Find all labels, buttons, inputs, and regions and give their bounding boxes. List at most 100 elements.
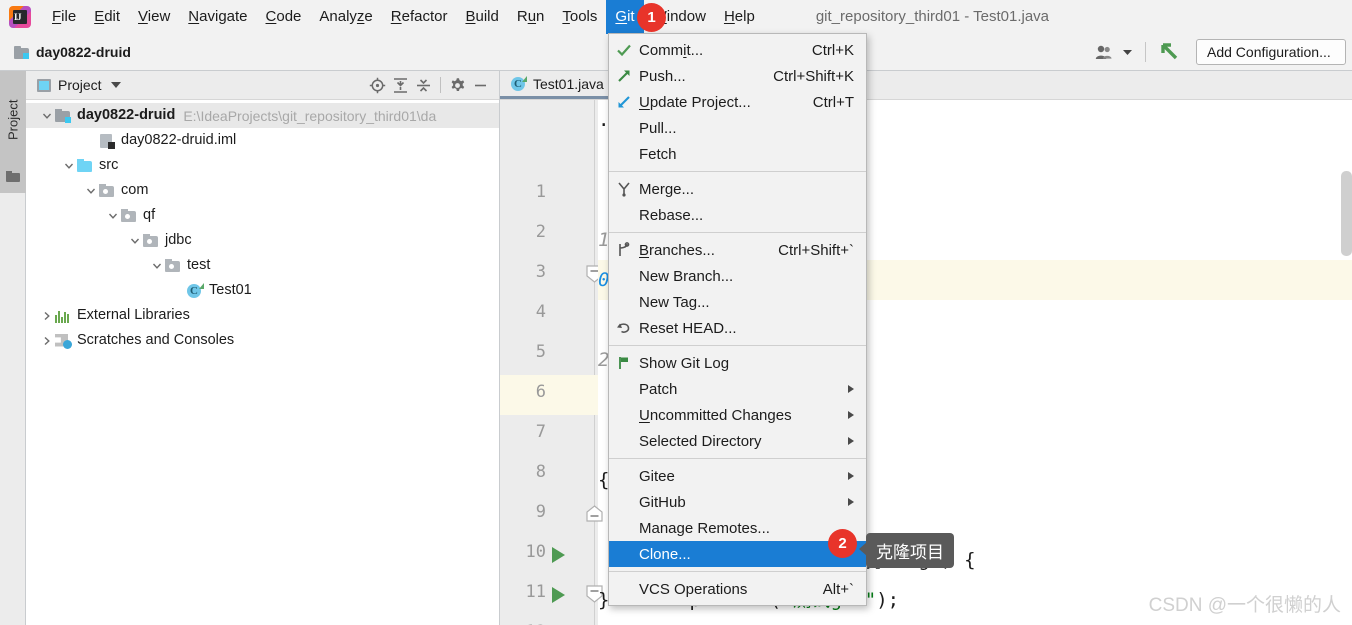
user-avatar-icon[interactable] bbox=[1091, 38, 1119, 66]
git-menu-item-shortcut: Alt+` bbox=[822, 580, 854, 598]
menu-run[interactable]: Run bbox=[508, 0, 554, 34]
submenu-arrow-icon bbox=[848, 411, 854, 419]
minimize-icon[interactable] bbox=[469, 74, 492, 97]
git-menu-item-label: Push... bbox=[639, 67, 686, 85]
menu-no-icon bbox=[609, 515, 639, 541]
git-menu-item-label: Fetch bbox=[639, 145, 677, 163]
project-panel-title: Project bbox=[58, 77, 102, 93]
locate-target-icon[interactable] bbox=[366, 74, 389, 97]
tree-node-day0822-druid[interactable]: day0822-druid E:\IdeaProjects\git_reposit… bbox=[26, 103, 499, 128]
menu-separator bbox=[609, 171, 866, 172]
tree-no-chevron bbox=[172, 278, 186, 303]
expand-all-icon[interactable] bbox=[389, 74, 412, 97]
chevron-down-icon[interactable] bbox=[150, 253, 164, 278]
git-menu-item-rebase[interactable]: Rebase... bbox=[609, 202, 866, 228]
tree-node-label: test bbox=[187, 257, 211, 273]
git-menu-item-fetch[interactable]: Fetch bbox=[609, 141, 866, 167]
tree-node-qf[interactable]: qf bbox=[26, 203, 499, 228]
java-class-icon: C bbox=[510, 75, 527, 92]
git-menu-item-vcs-operations[interactable]: VCS Operations Alt+` bbox=[609, 576, 866, 602]
chevron-down-icon[interactable] bbox=[1119, 38, 1136, 66]
settings-gear-icon[interactable] bbox=[446, 74, 469, 97]
git-menu-item-patch[interactable]: Patch bbox=[609, 376, 866, 402]
git-menu-item-branches[interactable]: Branches... Ctrl+Shift+` bbox=[609, 237, 866, 263]
tree-node-scratches-and-consoles[interactable]: Scratches and Consoles bbox=[26, 328, 499, 353]
chevron-down-icon[interactable] bbox=[40, 103, 54, 128]
git-log-icon bbox=[609, 350, 639, 376]
tree-node-src[interactable]: src bbox=[26, 153, 499, 178]
git-menu-item-new-branch[interactable]: New Branch... bbox=[609, 263, 866, 289]
git-menu-item-new-tag[interactable]: New Tag... bbox=[609, 289, 866, 315]
git-menu-item-commit[interactable]: Commit... Ctrl+K bbox=[609, 37, 866, 63]
menu-help[interactable]: Help bbox=[715, 0, 764, 34]
git-menu-item-gitee[interactable]: Gitee bbox=[609, 463, 866, 489]
tree-node-label: com bbox=[121, 182, 149, 198]
git-menu-item-label: Selected Directory bbox=[639, 432, 762, 450]
git-menu-item-label: Show Git Log bbox=[639, 354, 730, 372]
menu-code[interactable]: Code bbox=[257, 0, 311, 34]
folder-icon bbox=[6, 171, 20, 182]
tree-node-test[interactable]: test bbox=[26, 253, 499, 278]
tree-node-jdbc[interactable]: jdbc bbox=[26, 228, 499, 253]
menu-build[interactable]: Build bbox=[456, 0, 507, 34]
tree-node-external-libraries[interactable]: External Libraries bbox=[26, 303, 499, 328]
chevron-down-icon[interactable] bbox=[128, 228, 142, 253]
chevron-down-icon[interactable] bbox=[84, 178, 98, 203]
git-menu-item-github[interactable]: GitHub bbox=[609, 489, 866, 515]
git-menu-item-update-project[interactable]: Update Project... Ctrl+T bbox=[609, 89, 866, 115]
menu-refactor[interactable]: Refactor bbox=[382, 0, 457, 34]
code-call-close: ); bbox=[876, 589, 900, 611]
tree-no-chevron bbox=[84, 128, 98, 153]
menu-no-icon bbox=[609, 428, 639, 454]
git-menu-item-merge[interactable]: Merge... bbox=[609, 176, 866, 202]
git-menu-item-pull[interactable]: Pull... bbox=[609, 115, 866, 141]
tree-node-label: External Libraries bbox=[77, 307, 190, 323]
menu-navigate[interactable]: Navigate bbox=[179, 0, 256, 34]
menu-edit[interactable]: Edit bbox=[85, 0, 129, 34]
git-menu-item-label: Commit... bbox=[639, 41, 704, 59]
tree-node-day0822-druid-iml[interactable]: day0822-druid.iml bbox=[26, 128, 499, 153]
chevron-down-icon[interactable] bbox=[106, 203, 120, 228]
menu-no-icon bbox=[609, 489, 639, 515]
chevron-right-icon[interactable] bbox=[40, 328, 54, 353]
editor-scrollbar[interactable] bbox=[1341, 171, 1352, 256]
git-menu-item-selected-directory[interactable]: Selected Directory bbox=[609, 428, 866, 454]
tree-node-test01[interactable]: C Test01 bbox=[26, 278, 499, 303]
chevron-right-icon[interactable] bbox=[40, 303, 54, 328]
git-menu-item-show-git-log[interactable]: Show Git Log bbox=[609, 350, 866, 376]
chevron-down-icon[interactable] bbox=[110, 82, 121, 88]
window-title: git_repository_third01 - Test01.java bbox=[815, 8, 1050, 25]
editor-gutter[interactable] bbox=[500, 100, 598, 625]
menu-no-icon bbox=[609, 463, 639, 489]
menu-no-icon bbox=[609, 141, 639, 167]
menu-no-icon bbox=[609, 115, 639, 141]
chevron-down-icon[interactable] bbox=[62, 153, 76, 178]
menu-file[interactable]: File bbox=[43, 0, 85, 34]
git-menu-item-label: Merge... bbox=[639, 180, 695, 198]
add-configuration-button[interactable]: Add Configuration... bbox=[1196, 39, 1346, 65]
menu-separator bbox=[609, 571, 866, 572]
submenu-arrow-icon bbox=[848, 472, 854, 480]
package-icon bbox=[120, 208, 138, 224]
editor-tab-test01[interactable]: C Test01.java bbox=[500, 71, 614, 99]
git-menu-item-push[interactable]: Push... Ctrl+Shift+K bbox=[609, 63, 866, 89]
arrow-up-right-icon bbox=[609, 63, 639, 89]
git-menu-item-manage-remotes[interactable]: Manage Remotes... bbox=[609, 515, 866, 541]
git-menu-item-uncommitted-changes[interactable]: Uncommitted Changes bbox=[609, 402, 866, 428]
git-menu-item-reset-head[interactable]: Reset HEAD... bbox=[609, 315, 866, 341]
intellij-logo-text: IJ bbox=[14, 11, 22, 22]
tree-node-label: day0822-druid.iml bbox=[121, 132, 237, 148]
collapse-all-icon[interactable] bbox=[412, 74, 435, 97]
merge-icon bbox=[609, 176, 639, 202]
menu-tools[interactable]: Tools bbox=[553, 0, 606, 34]
git-menu-item-shortcut: Ctrl+T bbox=[812, 93, 854, 111]
menu-view[interactable]: View bbox=[129, 0, 179, 34]
tree-node-path: E:\IdeaProjects\git_repository_third01\d… bbox=[183, 107, 437, 124]
annotation-badge-1: 1 bbox=[637, 3, 666, 32]
menu-analyze[interactable]: Analyze bbox=[310, 0, 381, 34]
tree-node-com[interactable]: com bbox=[26, 178, 499, 203]
build-arrow-icon[interactable] bbox=[1155, 38, 1185, 66]
tool-window-button-project[interactable]: Project bbox=[0, 71, 26, 193]
submenu-arrow-icon bbox=[848, 437, 854, 445]
panel-tools-divider bbox=[440, 77, 441, 93]
